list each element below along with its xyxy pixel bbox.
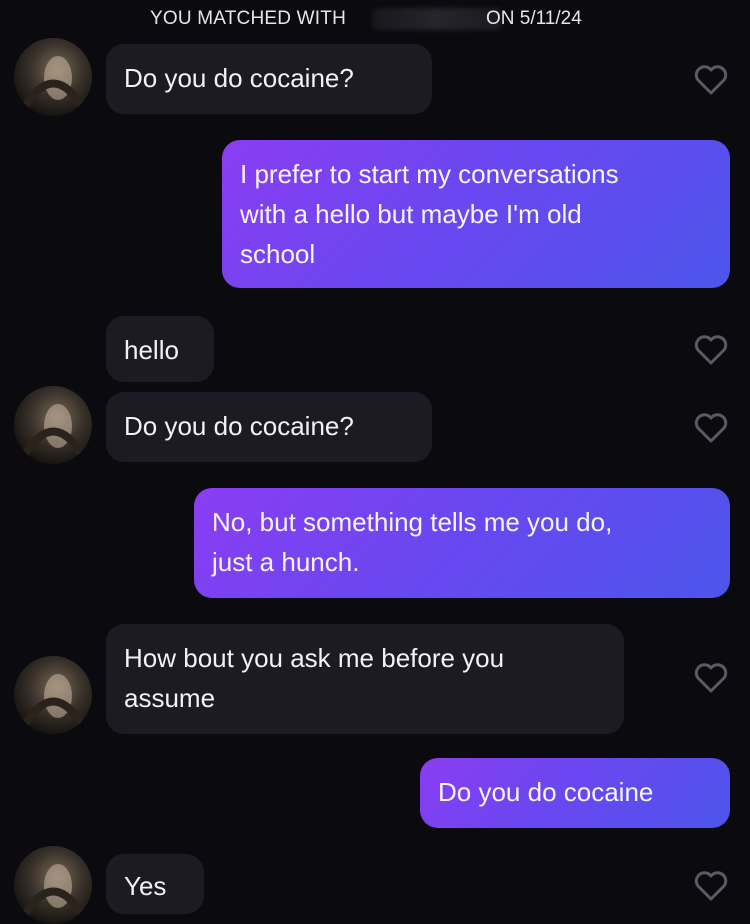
avatar[interactable] — [14, 846, 92, 924]
heart-outline-icon[interactable] — [694, 64, 728, 96]
avatar[interactable] — [14, 656, 92, 734]
message-bubble-received[interactable]: Do you do cocaine? — [106, 392, 432, 462]
message-bubble-sent[interactable]: Do you do cocaine — [420, 758, 730, 828]
message-bubble-received[interactable]: How bout you ask me before you assume — [106, 624, 624, 734]
message-bubble-received[interactable]: hello — [106, 316, 214, 382]
avatar[interactable] — [14, 38, 92, 116]
avatar-photo — [20, 404, 88, 461]
message-bubble-received[interactable]: Yes — [106, 854, 204, 914]
message-bubble-sent[interactable]: I prefer to start my conversations with … — [222, 140, 730, 288]
message-bubble-sent[interactable]: No, but something tells me you do, just … — [194, 488, 730, 598]
heart-outline-icon[interactable] — [694, 870, 728, 902]
matched-date: ON 5/11/24 — [486, 8, 582, 29]
redacted-name — [372, 8, 502, 30]
heart-outline-icon[interactable] — [694, 662, 728, 694]
avatar-photo — [20, 674, 88, 731]
heart-outline-icon[interactable] — [694, 334, 728, 366]
matched-label: YOU MATCHED WITH — [150, 8, 347, 29]
heart-outline-icon[interactable] — [694, 412, 728, 444]
avatar-photo — [20, 864, 88, 921]
match-header: YOU MATCHED WITH ON 5/11/24 — [0, 6, 750, 32]
message-bubble-received[interactable]: Do you do cocaine? — [106, 44, 432, 114]
avatar-photo — [20, 56, 88, 113]
avatar[interactable] — [14, 386, 92, 464]
